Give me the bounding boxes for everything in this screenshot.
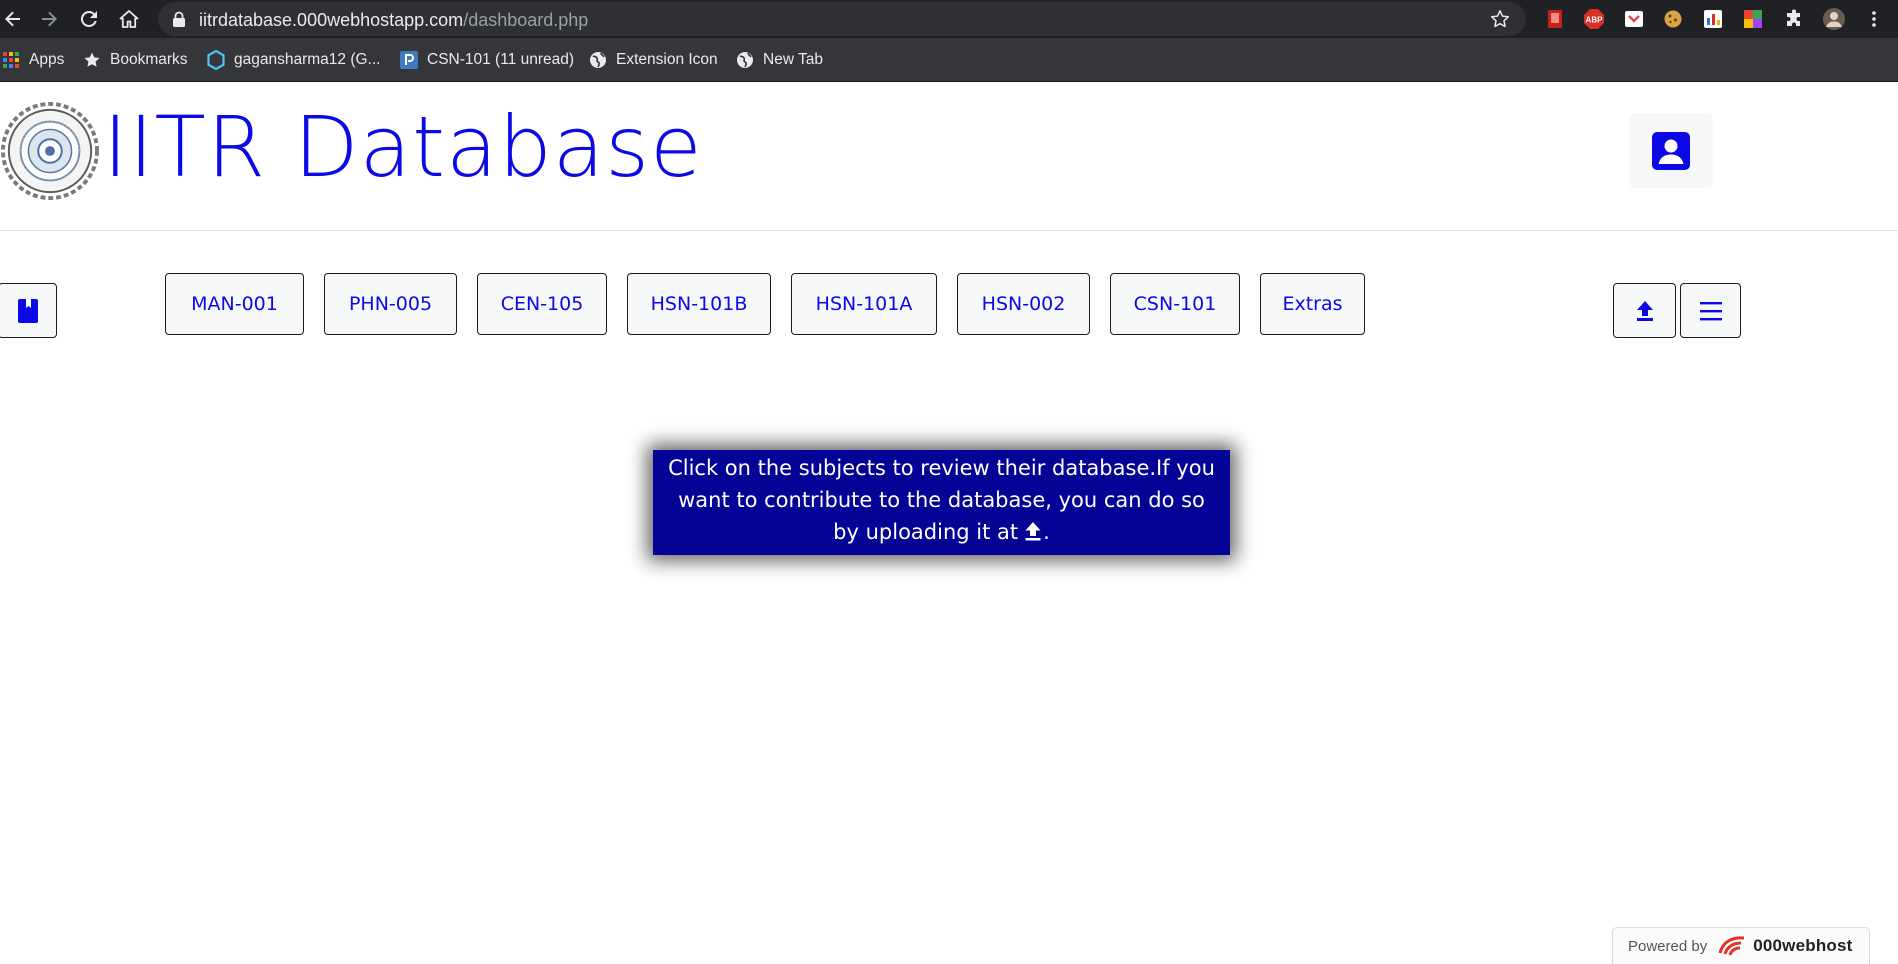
pocket-extension[interactable] [1622,7,1646,31]
subject-button-man-001[interactable]: MAN-001 [165,273,304,335]
back-arrow-icon [5,11,20,27]
url-host: iitrdatabase.000webhostapp.com [199,10,464,30]
subject-button-extras[interactable]: Extras [1260,273,1365,335]
browser-toolbar: iitrdatabase.000webhostapp.com/dashboard… [0,0,1898,38]
info-text-end: . [1043,520,1050,544]
subject-button-cen-105[interactable]: CEN-105 [477,273,607,335]
browser-menu-button[interactable] [1862,7,1886,31]
info-message: Click on the subjects to review their da… [653,450,1230,555]
reload-icon [80,10,97,27]
subject-button-hsn-002[interactable]: HSN-002 [957,273,1090,335]
pocket-icon [1625,11,1643,27]
adblock-extension[interactable]: ABP [1582,7,1606,31]
iitr-seal-icon [1,102,99,200]
powered-by-label: Powered by [1628,937,1708,955]
site-header: IITR Database [0,83,1898,231]
palette-extension[interactable] [1741,7,1765,31]
info-text: Click on the subjects to review their da… [668,456,1215,544]
webhost-logo-icon [1718,936,1745,956]
page-title: IITR Database [103,98,703,196]
hexagon-icon [207,50,225,70]
palette-icon [1744,10,1762,28]
forward-button[interactable] [36,6,62,32]
avatar-icon [1823,8,1845,30]
bookmark-apps[interactable]: Apps [2,48,64,72]
apps-grid-icon [2,51,20,69]
url-text: iitrdatabase.000webhostapp.com/dashboard… [199,10,588,31]
page-content: IITR Database MAN-001 PHN-005 CEN-105 HS… [0,83,1898,964]
piazza-icon [400,51,418,69]
upload-button[interactable] [1613,283,1676,338]
bookmark-label: Apps [29,51,65,68]
extensions-button[interactable] [1782,7,1806,31]
pdf-extension[interactable] [1543,7,1567,31]
subject-button-hsn-101b[interactable]: HSN-101B [627,273,771,335]
globe-icon [589,51,607,69]
webhost-brand: 000webhost [1753,936,1853,955]
pdf-icon [1548,10,1562,28]
home-button[interactable] [116,6,142,32]
profile-avatar[interactable] [1822,7,1846,31]
bookmark-bookmarks[interactable]: Bookmarks [83,48,188,72]
url-path: /dashboard.php [463,10,589,30]
bookmark-label: CSN-101 (11 unread) [427,51,575,68]
svg-text:ABP: ABP [1586,16,1604,25]
subject-button-csn-101[interactable]: CSN-101 [1110,273,1240,335]
chart-extension[interactable] [1701,7,1725,31]
hamburger-icon [1699,301,1722,320]
kebab-menu-icon [1872,11,1876,27]
upload-icon [1025,522,1041,541]
subject-button-hsn-101a[interactable]: HSN-101A [791,273,937,335]
globe-icon [736,51,754,69]
book-icon [17,298,38,323]
profile-button[interactable] [1629,113,1713,188]
lock-icon [173,11,185,27]
star-icon [83,51,101,69]
home-icon [119,10,139,28]
chart-icon [1704,10,1722,28]
bookmark-label: New Tab [763,51,824,68]
adblock-icon: ABP [1584,9,1604,29]
puzzle-icon [1787,9,1800,26]
bookmark-label: Bookmarks [110,51,188,68]
menu-button[interactable] [1680,283,1741,338]
bookmark-label: Extension Icon [616,51,718,68]
reload-button[interactable] [76,6,102,32]
powered-by-badge[interactable]: Powered by 000webhost [1612,927,1870,964]
bookmark-label: gagansharma12 (G... [234,51,381,68]
address-bar[interactable]: iitrdatabase.000webhostapp.com/dashboard… [158,2,1526,36]
bookmark-star-icon[interactable] [1490,9,1510,29]
cookie-extension[interactable] [1661,7,1685,31]
bookmark-extension-icon[interactable]: Extension Icon [589,48,718,72]
back-button[interactable] [0,6,26,32]
bookmarks-bar: Apps Bookmarks gagansharma12 (G... CSN-1… [0,38,1898,82]
upload-icon [1636,300,1653,321]
book-button[interactable] [0,283,57,338]
bookmark-csn-101[interactable]: CSN-101 (11 unread) [400,48,574,72]
bookmark-gagansharma12[interactable]: gagansharma12 (G... [207,48,380,72]
forward-arrow-icon [42,11,57,27]
cookie-icon [1664,10,1682,28]
subject-button-phn-005[interactable]: PHN-005 [324,273,457,335]
bookmark-new-tab[interactable]: New Tab [736,48,823,72]
account-box-icon [1652,131,1690,170]
